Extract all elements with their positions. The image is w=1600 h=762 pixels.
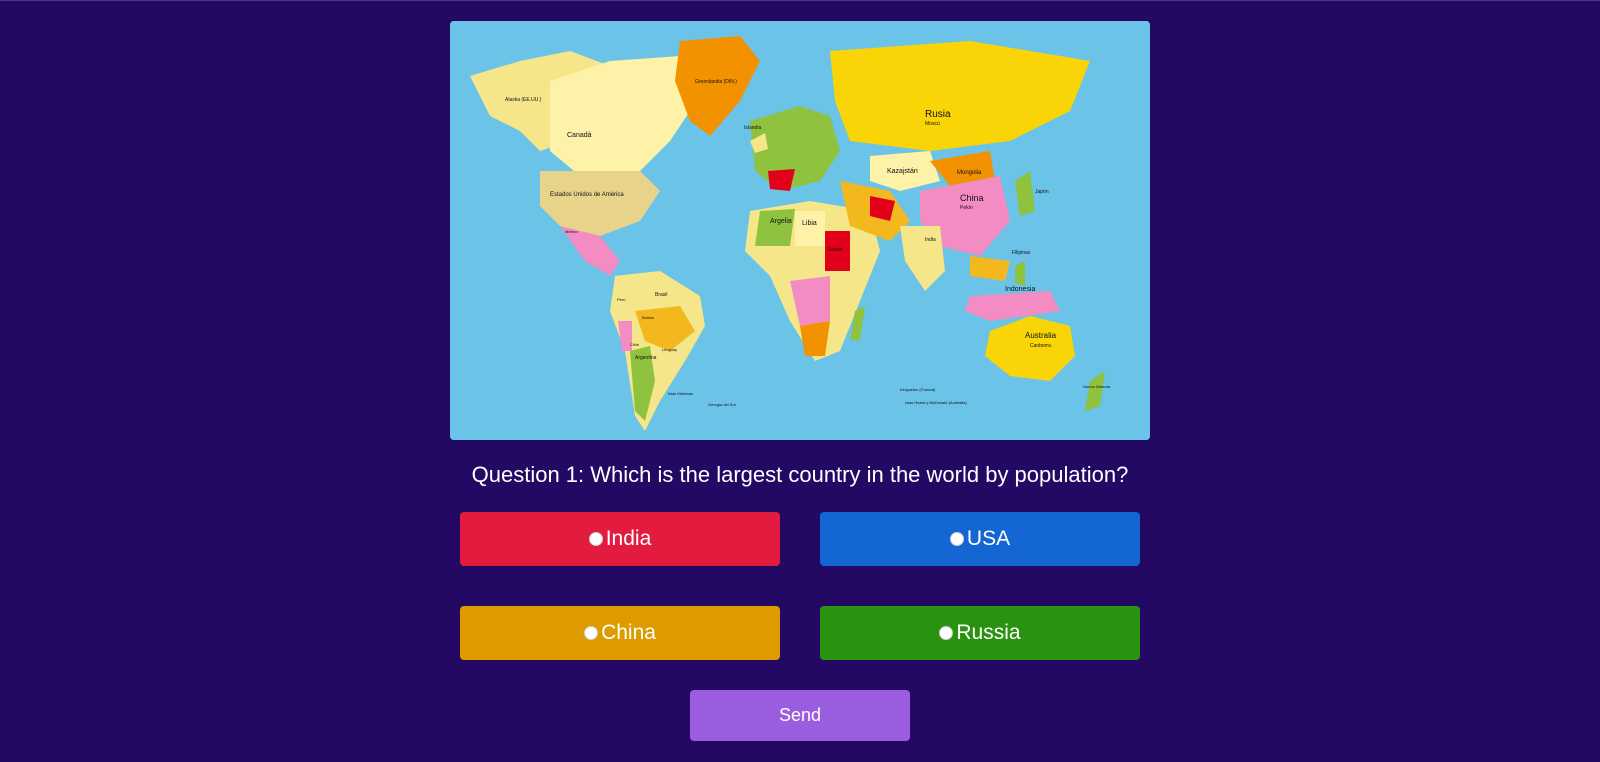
radio-button[interactable] — [939, 626, 954, 640]
map-label-alaska: Alaska (EE.UU.) — [505, 97, 542, 103]
answer-option-india[interactable]: India — [460, 512, 780, 566]
map-label-greenland: Groenlandia (DIN.) — [695, 79, 737, 85]
map-label-uruguay: Uruguay — [662, 347, 677, 352]
world-map-image: Alaska (EE.UU.) Canadá Estados Unidos de… — [450, 21, 1150, 440]
radio-button[interactable] — [584, 626, 599, 640]
map-label-china: China — [960, 193, 984, 203]
top-border — [0, 0, 1600, 1]
map-label-usa: Estados Unidos de América — [550, 192, 624, 198]
map-label-mexico: México — [565, 229, 578, 234]
map-label-argentina: Argentina — [635, 355, 657, 361]
answer-label: China — [601, 621, 656, 644]
map-label-philippines: Filipinas — [1012, 250, 1031, 256]
map-label-canada: Canadá — [567, 132, 592, 139]
answer-option-usa[interactable]: USA — [820, 512, 1140, 566]
map-label-kerguelen: Kerguelen (Francia) — [900, 387, 936, 392]
map-label-south-georgia: Georgia del Sur — [708, 402, 737, 407]
map-label-iceland: Islandia — [744, 125, 761, 131]
radio-button[interactable] — [588, 532, 603, 546]
send-button[interactable]: Send — [690, 690, 910, 741]
map-label-libya: Libia — [802, 220, 817, 227]
map-label-algeria: Argelia — [770, 218, 792, 225]
world-map-graphic: Alaska (EE.UU.) Canadá Estados Unidos de… — [450, 21, 1150, 440]
answer-label: USA — [966, 527, 1011, 550]
map-label-heard: Islas Heard y McDonald (Australia) — [905, 400, 967, 405]
answer-option-russia[interactable]: Russia — [820, 606, 1140, 660]
map-label-japan: Japón — [1035, 189, 1049, 195]
map-label-mongolia: Mongolia — [957, 170, 982, 176]
map-label-kazakhstan: Kazajstán — [887, 168, 918, 175]
libya-shape — [795, 211, 825, 246]
map-label-beijing: Pekín — [960, 205, 973, 211]
algeria-shape — [755, 209, 795, 246]
radio-button[interactable] — [949, 532, 964, 546]
map-label-sudan: Sudán — [828, 247, 843, 253]
map-label-new-zealand: Nueva Zelanda — [1083, 384, 1111, 389]
map-label-moscow: Moscú — [925, 121, 940, 127]
map-label-falklands: Islas Malvinas — [668, 391, 693, 396]
map-label-chile: Chile — [630, 342, 640, 347]
map-label-peru: Perú — [617, 297, 625, 302]
answer-label: India — [605, 527, 652, 550]
answer-label: Russia — [956, 621, 1021, 644]
southern-africa-shape — [800, 321, 830, 356]
map-label-brazil: Brasil — [655, 292, 668, 298]
map-label-australia: Australia — [1025, 331, 1057, 340]
answer-option-china[interactable]: China — [460, 606, 780, 660]
question-text: Question 1: Which is the largest country… — [471, 462, 1129, 487]
map-label-indonesia: Indonesia — [1005, 286, 1035, 293]
map-label-canberra: Canberra — [1030, 343, 1051, 349]
map-label-russia: Rusia — [925, 109, 951, 120]
map-label-india: India — [925, 237, 936, 243]
map-label-bolivia: Bolivia — [642, 315, 655, 320]
